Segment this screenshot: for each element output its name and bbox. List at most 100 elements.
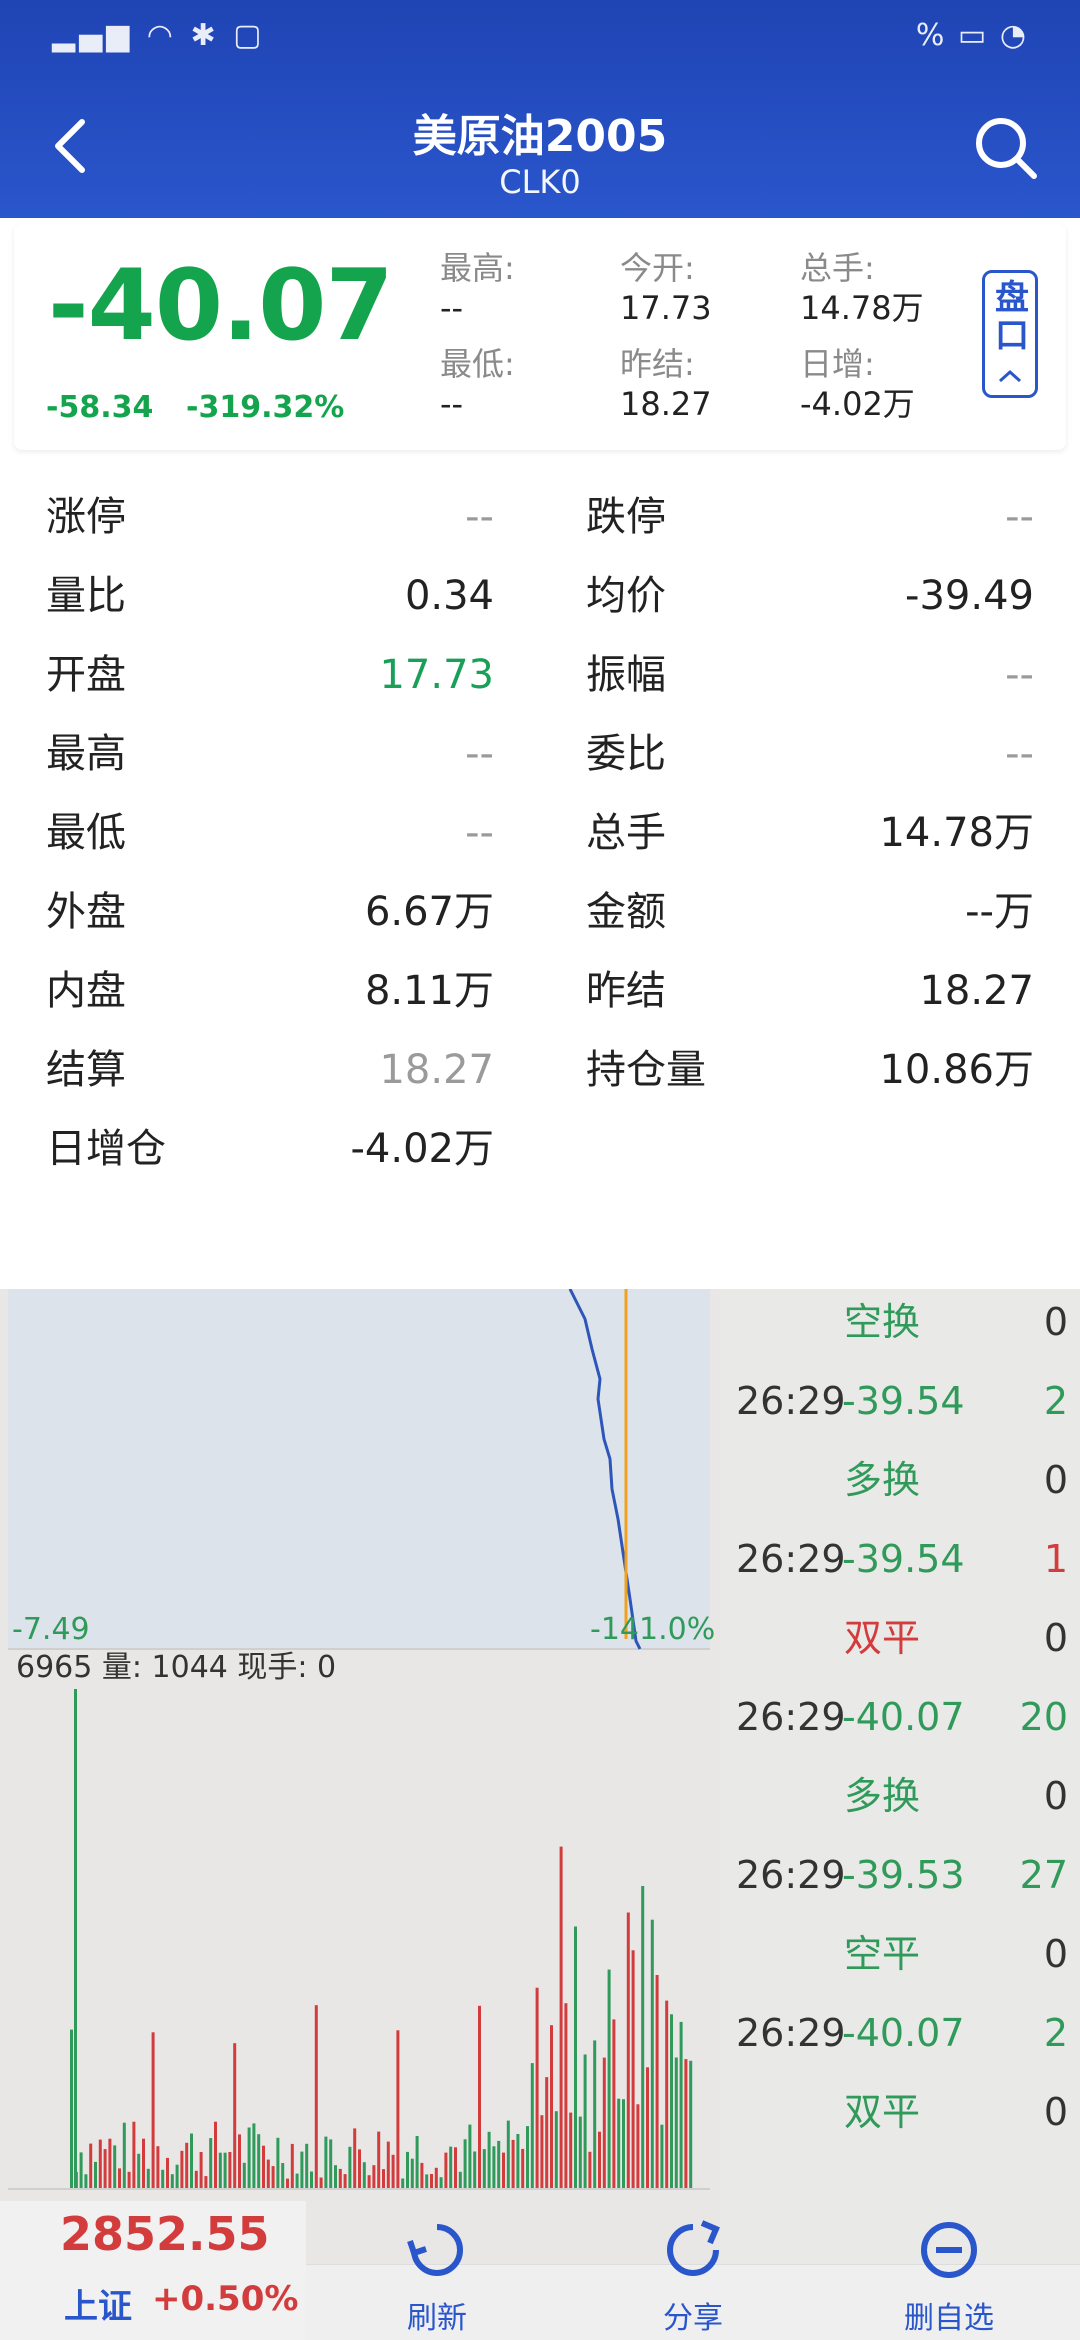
share-icon bbox=[667, 2220, 720, 2276]
price-change: -58.34 bbox=[46, 390, 154, 425]
volume-bar bbox=[324, 2136, 328, 2189]
remove-favorite-button[interactable]: 删自选 bbox=[824, 2215, 1074, 2336]
volume-bar bbox=[252, 2123, 256, 2189]
quote-daily-increase: 日增: -4.02万 bbox=[800, 345, 915, 423]
chart-pane[interactable]: -7.49 -141.0% 6965 量: 1044 现手: 0 bbox=[0, 1288, 718, 2289]
search-button[interactable] bbox=[968, 110, 1044, 186]
pankou-toggle-button[interactable]: 盘口 bbox=[982, 270, 1038, 398]
stat-amount: 金额 --万 bbox=[586, 889, 1034, 935]
volume-bar bbox=[612, 2019, 616, 2189]
volume-bar bbox=[362, 2162, 366, 2189]
volume-bar bbox=[161, 2169, 165, 2189]
volume-bar bbox=[674, 2057, 678, 2189]
volume-bar bbox=[454, 2147, 457, 2189]
trade-ticks-list[interactable]: 空换 0 26:29 -39.54 2 多换 0 26:29 -39.54 1 … bbox=[720, 1289, 1080, 2289]
volume-bar bbox=[449, 2146, 453, 2189]
search-icon bbox=[976, 118, 1037, 179]
volume-bar bbox=[425, 2174, 429, 2189]
volume-bar bbox=[588, 2151, 592, 2189]
volume-bar bbox=[660, 2124, 664, 2189]
volume-bar bbox=[118, 2168, 121, 2189]
volume-bar bbox=[545, 2077, 549, 2189]
volume-bar bbox=[262, 2145, 265, 2189]
price-change-percent: -319.32% bbox=[186, 390, 345, 425]
stat-low: 最低 -- bbox=[46, 810, 494, 856]
stat-prev-settle: 昨结 18.27 bbox=[586, 968, 1034, 1014]
volume-bar bbox=[569, 2112, 573, 2189]
volume-bar bbox=[679, 2021, 683, 2189]
volume-bar bbox=[559, 1846, 563, 2189]
volume-bar bbox=[358, 2149, 361, 2189]
volume-bar bbox=[84, 2174, 88, 2189]
volume-bar bbox=[137, 2153, 141, 2189]
volume-bar bbox=[209, 2138, 213, 2189]
volume-bar bbox=[641, 1886, 645, 2189]
volume-bar bbox=[564, 2003, 568, 2189]
volume-bar bbox=[310, 2171, 313, 2189]
volume-bar bbox=[271, 2166, 275, 2189]
volume-bar bbox=[367, 2175, 371, 2189]
intraday-chart: -7.49 -141.0% 6965 量: 1044 现手: 0 bbox=[8, 1288, 715, 2190]
volume-bar bbox=[650, 1919, 654, 2189]
trade-row: 多换 0 bbox=[844, 1774, 1068, 1818]
volume-bar bbox=[108, 2138, 112, 2189]
volume-bar bbox=[348, 2146, 352, 2189]
volume-bar bbox=[377, 2131, 381, 2189]
refresh-button[interactable]: 刷新 bbox=[312, 2215, 562, 2336]
volume-bar bbox=[550, 2025, 553, 2189]
header: ▂▄▆ ◠ ✱ ▢ % ▭ ◔ 美原油2005 CLK0 bbox=[0, 0, 1080, 218]
volume-bar bbox=[290, 2143, 294, 2189]
volume-bar bbox=[468, 2124, 472, 2189]
index-ticker[interactable]: 2852.55 上证 +0.50% bbox=[0, 2201, 306, 2340]
quote-total-volume: 总手: 14.78万 bbox=[800, 249, 924, 327]
volume-bar bbox=[439, 2177, 443, 2189]
last-price: -40.07 bbox=[48, 249, 394, 363]
volume-bar bbox=[199, 2152, 203, 2189]
volume-bar bbox=[502, 2152, 505, 2189]
volume-bar bbox=[146, 2168, 150, 2189]
index-name: 上证 bbox=[64, 2287, 132, 2327]
volume-bar bbox=[526, 2126, 529, 2189]
volume-bar bbox=[170, 2174, 174, 2189]
trade-row: 双平 0 bbox=[844, 1616, 1068, 1660]
stat-open-interest: 持仓量 10.86万 bbox=[586, 1047, 1034, 1093]
volume-bar bbox=[444, 2152, 448, 2189]
refresh-icon bbox=[407, 2224, 463, 2276]
volume-bar bbox=[617, 2098, 621, 2189]
trade-row: 空换 0 bbox=[844, 1300, 1068, 1344]
volume-bar bbox=[574, 1926, 577, 2189]
volume-bar bbox=[305, 2143, 309, 2189]
stat-settlement: 结算 18.27 bbox=[46, 1047, 494, 1093]
volume-bar bbox=[665, 2000, 669, 2189]
volume-bar bbox=[401, 2178, 405, 2189]
volume-bar bbox=[204, 2176, 208, 2189]
volume-bar bbox=[511, 2139, 515, 2189]
volume-bar bbox=[396, 2030, 400, 2189]
quote-prev-settle: 昨结: 18.27 bbox=[620, 345, 712, 423]
signal-wifi-icons: ▂▄▆ ◠ ✱ ▢ bbox=[52, 18, 266, 53]
stat-open: 开盘 17.73 bbox=[46, 652, 494, 698]
lower-panel: -7.49 -141.0% 6965 量: 1044 现手: 0 空换 0 26… bbox=[0, 1288, 1080, 2340]
volume-bar bbox=[506, 2120, 510, 2189]
volume-bar bbox=[487, 2131, 491, 2189]
minus-circle-icon bbox=[921, 2222, 977, 2278]
quote-low: 最低: -- bbox=[440, 345, 515, 423]
stat-daily-oi-change: 日增仓 -4.02万 bbox=[46, 1126, 494, 1172]
volume-bar bbox=[636, 2104, 640, 2189]
volume-bar bbox=[434, 2167, 438, 2189]
stat-high: 最高 -- bbox=[46, 731, 494, 777]
volume-bar bbox=[218, 2152, 222, 2189]
volume-bar bbox=[386, 2141, 390, 2189]
stat-order-ratio: 委比 -- bbox=[586, 731, 1034, 777]
volume-bar bbox=[286, 2178, 289, 2189]
volume-bar bbox=[113, 2145, 117, 2189]
volume-bar bbox=[684, 2059, 688, 2189]
volume-bar bbox=[372, 2165, 376, 2189]
volume-bar bbox=[94, 2161, 97, 2189]
share-button[interactable]: 分享 bbox=[568, 2215, 818, 2336]
trade-row: 空平 0 bbox=[844, 1932, 1068, 1976]
volume-bar bbox=[430, 2174, 433, 2189]
volume-bar bbox=[593, 2040, 597, 2189]
quote-high: 最高: -- bbox=[440, 249, 515, 327]
volume-bar bbox=[185, 2142, 189, 2189]
